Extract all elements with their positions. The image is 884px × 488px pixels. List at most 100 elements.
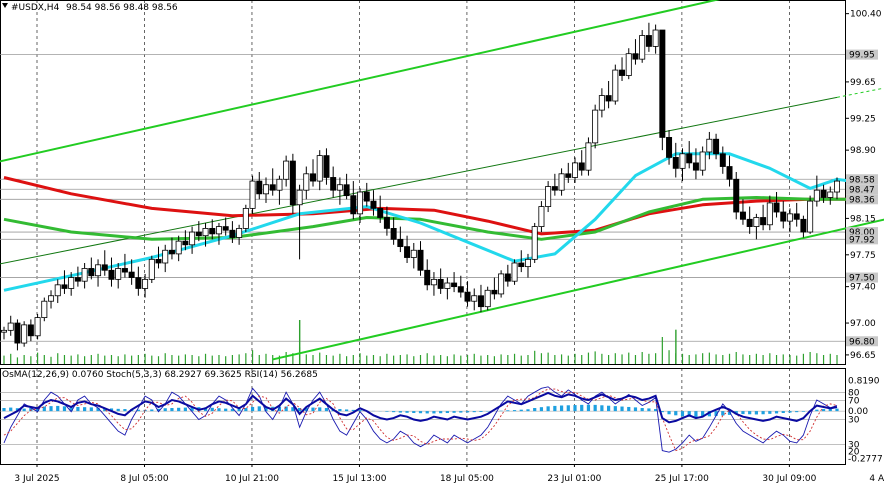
candle (108, 257, 115, 287)
volume-bar (742, 354, 744, 364)
volume-bar (796, 355, 798, 364)
volume-bar (681, 353, 684, 364)
osma-bar (210, 407, 214, 412)
candle (444, 277, 451, 300)
candle (726, 155, 733, 187)
volume-bar (332, 355, 334, 364)
osma-bar (667, 411, 671, 415)
candle-body (397, 238, 404, 248)
volume-bar (634, 355, 637, 364)
candle-body (444, 282, 451, 289)
candle-body (289, 160, 296, 206)
candle (451, 272, 458, 293)
candle-body (424, 269, 431, 286)
candle (81, 262, 88, 289)
volume-bar (500, 354, 502, 364)
volume-bar (77, 354, 79, 364)
price-tick-label: 98.15 (850, 214, 876, 224)
candle (430, 272, 437, 296)
candlestick-layer[interactable] (0, 22, 841, 351)
candle-body (215, 226, 222, 235)
osma-bar (506, 410, 510, 412)
candle-body (101, 264, 108, 271)
price-tick-label: 98.90 (850, 146, 876, 156)
candle-body (773, 202, 780, 213)
candle-body (766, 202, 773, 226)
candle (672, 142, 679, 178)
volume-bar (151, 355, 153, 364)
volume-bar (104, 355, 106, 364)
osma-bar (358, 410, 362, 412)
osma-bar (425, 411, 429, 414)
candle (477, 284, 484, 313)
osma-bar (385, 411, 389, 412)
candle (121, 253, 128, 278)
candle-body (659, 29, 666, 138)
volume-bar (204, 353, 207, 364)
candle (21, 321, 28, 347)
candle (424, 259, 431, 291)
volume-bar (534, 350, 536, 364)
candle-body (48, 295, 55, 302)
candle (484, 286, 491, 311)
indicator-label: OsMA(12,26,9) 0.0760 Stoch(5,3,3) 68.292… (2, 370, 318, 380)
candle-body (713, 138, 720, 155)
volume-bar (366, 355, 368, 364)
volume-bar (735, 352, 737, 364)
osma-bar (177, 407, 181, 412)
volume-bar (675, 329, 677, 364)
candle (162, 244, 169, 273)
indicator-tick-label: -0.2777 (848, 454, 883, 464)
candle (249, 175, 256, 214)
osma-bar (445, 411, 449, 414)
volume-bar (554, 355, 556, 364)
volume-bar (124, 354, 126, 364)
volume-bar (63, 355, 66, 364)
volume-bar (540, 353, 543, 364)
candle (699, 146, 706, 176)
volume-bar (513, 353, 516, 364)
candle (605, 80, 612, 109)
volume-bar (594, 351, 596, 364)
candle (27, 319, 34, 342)
volume-bar (507, 355, 509, 364)
osma-bar (250, 406, 255, 412)
candle-body (115, 268, 122, 280)
volume-bar (97, 353, 99, 364)
candle-body (316, 155, 323, 182)
candle (578, 150, 585, 176)
volume-bar (164, 353, 166, 364)
candle (74, 266, 81, 287)
candle-body (820, 189, 827, 198)
osma-bar (412, 411, 416, 414)
candle-body (719, 153, 726, 167)
candle (222, 217, 229, 236)
candle (215, 222, 222, 245)
osma-bar (345, 409, 349, 412)
osma-bar (580, 404, 584, 412)
candle (753, 213, 760, 240)
candle (363, 182, 370, 207)
volume-bar (312, 355, 314, 364)
usdx-h4-chart[interactable]: OsMA(12,26,9) 0.0760 Stoch(5,3,3) 68.292… (0, 0, 884, 488)
osma-bar (224, 408, 228, 412)
candle-body (27, 324, 34, 337)
candle-body (88, 268, 95, 277)
osma-bar (781, 411, 785, 414)
candle-body (632, 53, 639, 60)
volume-bar (822, 355, 825, 364)
volume-bar (57, 353, 59, 364)
volume-bar (386, 353, 388, 364)
candle-body (283, 160, 290, 180)
candle-body (41, 300, 48, 318)
candle (417, 241, 424, 276)
candle-body (128, 271, 135, 278)
chart-header-symbol: #USDX,H4 (11, 3, 60, 13)
price-tick-label: 97.40 (850, 283, 876, 293)
indicator-tick-label: 0.8190 (848, 377, 880, 387)
candle-body (296, 189, 303, 206)
osma-bar (150, 409, 154, 412)
price-level-tag-label: 97.50 (849, 274, 875, 284)
time-tick-label: 25 Jul 17:00 (655, 474, 709, 484)
candle (464, 281, 471, 307)
